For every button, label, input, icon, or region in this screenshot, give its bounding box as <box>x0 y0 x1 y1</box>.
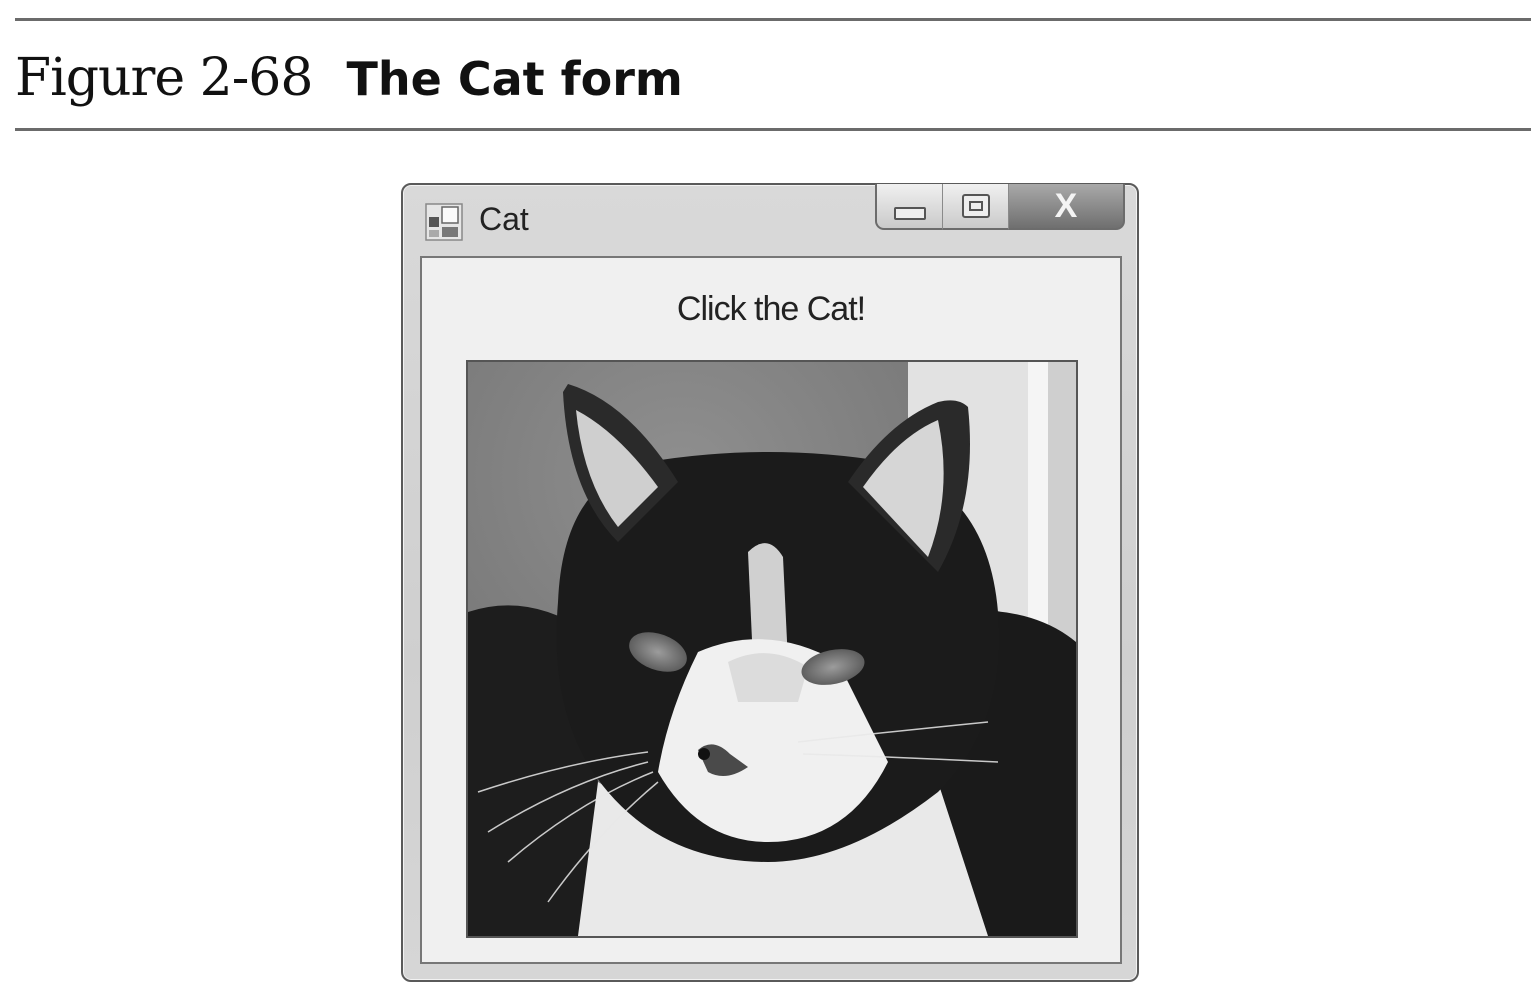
minimize-button[interactable] <box>875 184 943 230</box>
cat-picture-box[interactable] <box>466 360 1078 938</box>
maximize-button[interactable] <box>943 184 1009 230</box>
close-icon: X <box>1054 186 1078 225</box>
figure-caption: Figure 2-68 The Cat form <box>15 48 683 114</box>
form-client-area: Click the Cat! <box>420 256 1122 964</box>
cat-photo <box>468 362 1076 936</box>
form-icon[interactable] <box>425 203 463 241</box>
close-button[interactable]: X <box>1009 184 1125 230</box>
figure-label: Figure 2-68 <box>15 48 313 108</box>
cat-form-window: Cat X Click the Cat! <box>401 183 1139 982</box>
bottom-rule <box>15 128 1531 131</box>
top-rule <box>15 18 1531 21</box>
minimize-icon <box>893 206 926 220</box>
click-the-cat-label: Click the Cat! <box>676 290 866 328</box>
caption-buttons: X <box>875 184 1125 232</box>
window-title: Cat <box>479 201 529 237</box>
maximize-icon <box>961 194 990 218</box>
figure-title: The Cat form <box>346 52 683 106</box>
